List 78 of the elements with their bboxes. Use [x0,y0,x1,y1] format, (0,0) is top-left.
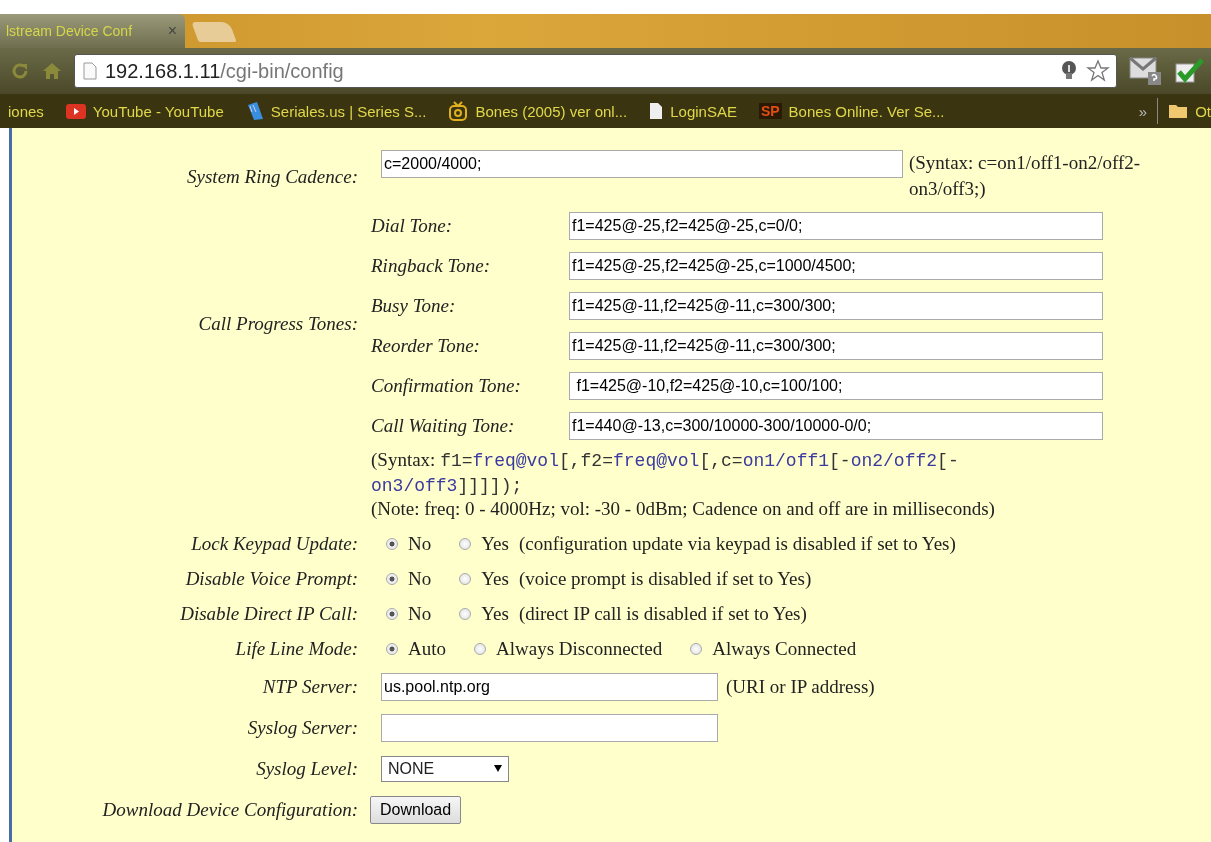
field-label: Syslog Server: [246,715,358,740]
field-label: Download Device Configuration: [101,797,358,822]
hint-text: (URI or IP address) [726,675,875,698]
text-field[interactable]: f1=440@-13,c=300/10000-300/10000-0/0; [569,412,1103,440]
download-button[interactable]: Download [370,795,462,824]
site-badge: SP [758,103,782,119]
option-label: Yes [481,532,509,556]
note-text: (Note: freq: 0 - 4000Hz; vol: -30 - 0dBm; Cadence on and off are in milliseconds) [370,498,996,520]
radio-button[interactable] [459,572,472,585]
text-field[interactable]: f1=425@-25,f2=425@-25,c=0/0; [569,212,1103,240]
hint-text: (direct IP call is disabled if set to Yes) [518,602,807,626]
hint-text: (voice prompt is disabled if set to Yes) [518,567,812,591]
option-label: No [408,602,432,626]
text-field[interactable]: f1=425@-11,f2=425@-11,c=300/300; [569,332,1103,360]
radio-button[interactable] [386,537,398,550]
field-label: Disable Voice Prompt: [184,567,358,591]
bookmark-folder[interactable]: Ot [1168,102,1211,120]
star-icon[interactable] [1086,59,1110,83]
page-icon [83,62,97,80]
page-icon [649,102,664,120]
mail-icon[interactable] [1129,55,1163,87]
option-label: Yes [481,602,509,626]
text-field[interactable]: us.pool.ntp.org [381,672,718,701]
text-field[interactable] [381,713,718,742]
bookmark-item[interactable]: SP Bones Online. Ver Se... [758,102,945,120]
field-label: Reorder Tone: [371,335,481,357]
field-label: Confirmation Tone: [371,375,522,397]
field-label: Call Progress Tones: [197,313,358,336]
option-label: Always Disconnected [496,637,663,661]
field-label: Dial Tone: [371,215,454,237]
dropdown[interactable]: NONE [381,755,509,782]
field-label: Life Line Mode: [234,637,358,661]
hint-text: (configuration update via keypad is disabled if set to Yes) [518,532,956,556]
option-label: Auto [408,637,446,661]
text-field[interactable]: f1=425@-11,f2=425@-11,c=300/300; [569,292,1103,320]
syntax-note: (Syntax: c=on1/off1-on2/off2-on3/off3;) [908,151,1142,201]
checkmark-icon[interactable] [1175,58,1205,84]
radio-button[interactable] [386,607,398,620]
option-label: No [408,532,432,556]
field-label: NTP Server: [261,674,358,699]
field-label: Syslog Level: [255,756,358,781]
bookmark-item[interactable]: LoginSAE [649,102,737,120]
lightbulb-icon[interactable] [1060,60,1078,82]
text-field[interactable]: f1=425@-10,f2=425@-10,c=100/100; [569,372,1103,400]
field-label: Disable Direct IP Call: [179,602,358,626]
radio-button[interactable] [459,607,472,620]
play-icon [65,103,86,119]
bookmark-item[interactable]: YouTube - YouTube [65,102,224,120]
field-label: Lock Keypad Update: [190,532,358,556]
caret-icon [494,765,502,772]
address-bar[interactable]: 192.168.1.11/cgi-bin/config [74,54,1117,88]
radio-button[interactable] [386,642,398,655]
tv-icon [448,101,469,121]
option-label: Yes [481,567,509,591]
radio-button[interactable] [459,537,472,550]
folder-icon [1168,103,1189,119]
film-icon [245,101,264,121]
more-bookmarks-button[interactable]: » [1138,102,1148,120]
bookmark-item[interactable]: Seriales.us | Series S... [245,101,427,121]
option-label: No [408,567,432,591]
tab-title: lstream Device Conf [6,23,134,39]
url-text: 192.168.1.11/cgi-bin/config [105,59,344,83]
radio-button[interactable] [386,572,398,585]
text-field[interactable]: f1=425@-25,f2=425@-25,c=1000/4500; [569,252,1103,280]
reload-icon[interactable] [10,61,30,81]
radio-button[interactable] [690,642,703,655]
field-label: System Ring Cadence: [186,165,358,188]
field-label: Busy Tone: [371,295,457,317]
syntax-note: (Syntax: f1=freq@vol[,f2=freq@vol[,c=on1/off1[-on2/off2[- on3/off3]]]]); [370,448,960,498]
option-label: Always Connected [712,637,857,661]
text-field[interactable]: c=2000/4000; [381,150,903,178]
radio-button[interactable] [474,642,486,655]
field-label: Call Waiting Tone: [371,415,516,437]
home-icon[interactable] [42,61,62,81]
field-label: Ringback Tone: [371,255,492,277]
new-tab-button[interactable] [191,22,237,42]
bookmark-item[interactable]: Bones (2005) ver onl... [448,101,628,121]
bookmark-item[interactable]: iones [8,102,44,120]
